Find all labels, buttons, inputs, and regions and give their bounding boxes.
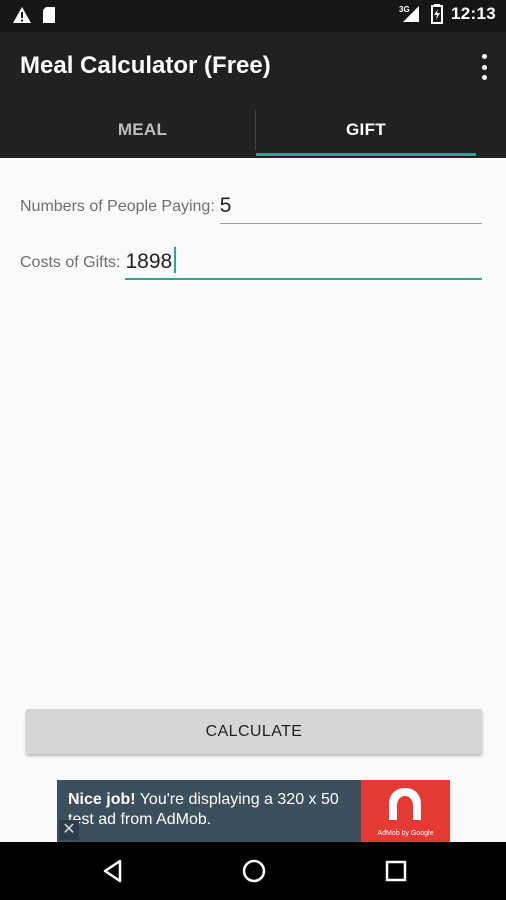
app-bar: Meal Calculator (Free) bbox=[0, 32, 506, 102]
people-paying-value: 5 bbox=[219, 194, 232, 217]
people-paying-input[interactable]: 5 bbox=[219, 190, 482, 224]
more-vert-icon[interactable] bbox=[480, 54, 488, 80]
gift-cost-label: Costs of Gifts: bbox=[20, 254, 121, 271]
svg-text:3G: 3G bbox=[399, 5, 410, 14]
gift-cost-input[interactable]: 1898 bbox=[125, 246, 482, 280]
signal-icon: 3G bbox=[399, 5, 420, 22]
people-paying-row: Numbers of People Paying: 5 bbox=[20, 190, 482, 224]
clock: 12:13 bbox=[451, 4, 496, 23]
tab-bar: MEAL GIFT bbox=[0, 102, 506, 158]
gift-cost-value: 1898 bbox=[125, 250, 173, 273]
tab-meal[interactable]: MEAL bbox=[30, 102, 255, 158]
sd-card-icon bbox=[43, 7, 55, 23]
calculate-button[interactable]: CALCULATE bbox=[26, 709, 482, 754]
back-icon[interactable] bbox=[98, 856, 128, 886]
app-title: Meal Calculator (Free) bbox=[20, 52, 271, 79]
ad-text: Nice job! You're displaying a 320 x 50 t… bbox=[68, 790, 358, 830]
tab-gift[interactable]: GIFT bbox=[256, 102, 476, 158]
ad-close-icon[interactable]: ✕ bbox=[59, 820, 79, 840]
admob-icon bbox=[389, 788, 421, 820]
selected-tab-indicator bbox=[256, 153, 476, 156]
recents-icon[interactable] bbox=[381, 856, 411, 886]
ad-headline: Nice job! bbox=[68, 791, 136, 808]
warning-icon bbox=[13, 7, 31, 23]
text-cursor bbox=[174, 247, 177, 273]
home-icon[interactable] bbox=[239, 856, 269, 886]
system-nav-bar bbox=[0, 842, 506, 900]
ad-banner[interactable]: Nice job! You're displaying a 320 x 50 t… bbox=[57, 780, 450, 842]
gift-cost-row: Costs of Gifts: 1898 bbox=[20, 246, 482, 280]
status-bar: 3G 12:13 bbox=[0, 0, 506, 32]
people-paying-label: Numbers of People Paying: bbox=[20, 198, 215, 215]
ad-logo-text: AdMob by Google bbox=[377, 830, 434, 837]
battery-icon bbox=[431, 4, 444, 24]
admob-logo: AdMob by Google bbox=[361, 780, 450, 842]
